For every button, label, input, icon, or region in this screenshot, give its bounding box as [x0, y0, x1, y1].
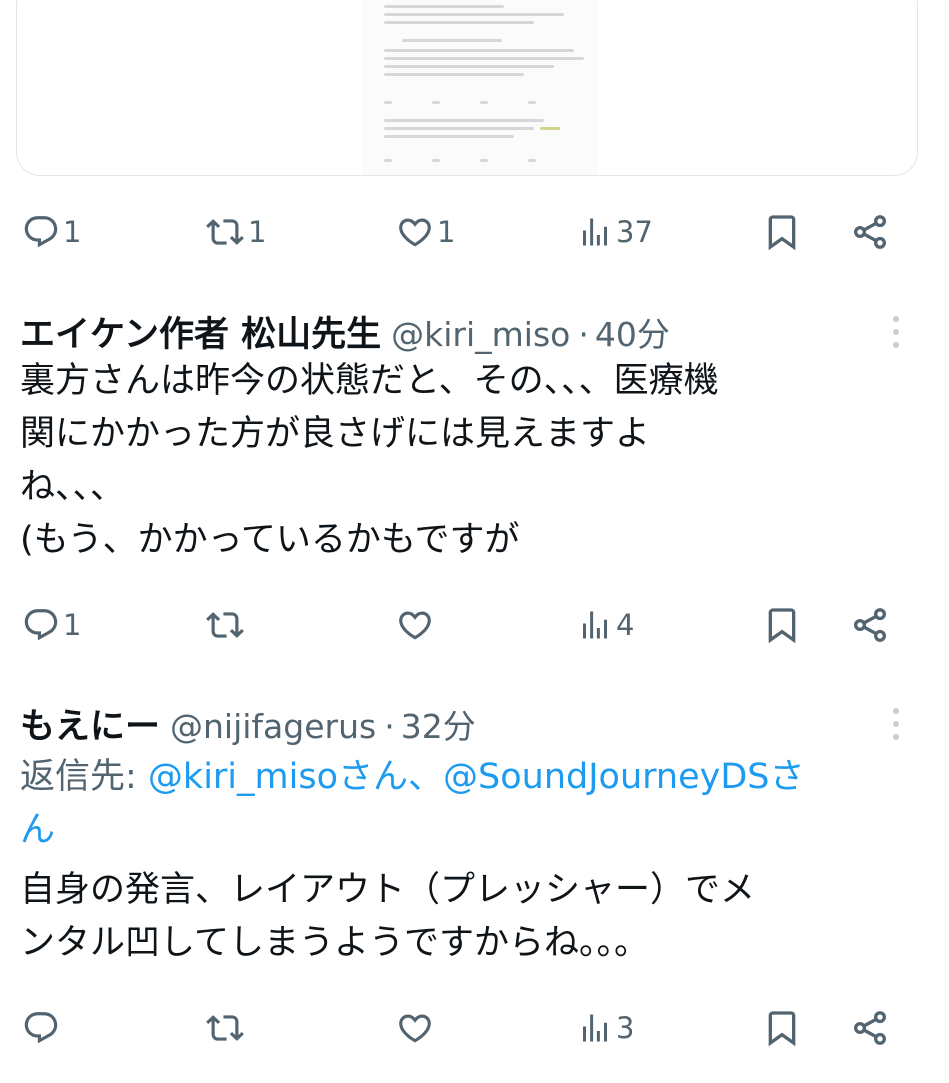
bookmark-icon [762, 1008, 802, 1048]
reply-to-user-link[interactable]: @SoundJourneyDSさ [443, 757, 805, 797]
tweet-text-line: 自身の発言、レイアウト（プレッシャー）でメ [20, 870, 756, 910]
retweet-icon [205, 213, 245, 251]
reply-to-separator: 、 [408, 757, 444, 797]
views-count: 37 [616, 215, 653, 249]
retweet-icon [205, 1009, 245, 1047]
views-count: 4 [616, 608, 635, 642]
meta-separator: · [578, 315, 589, 354]
author-handle[interactable]: @nijifagerus [170, 707, 376, 746]
reply-to-label: 返信先: [20, 757, 148, 797]
author-handle[interactable]: @kiri_miso [391, 315, 570, 354]
bookmark-icon [762, 605, 802, 645]
like-count: 1 [437, 215, 456, 249]
share-button[interactable] [850, 1003, 890, 1053]
tweet-text-line: 裏方さんは昨今の状態だと、その、、、医療機 [20, 361, 719, 401]
heart-icon [396, 1009, 434, 1047]
views-button[interactable]: 37 [577, 207, 653, 257]
views-icon [577, 1010, 613, 1046]
more-icon[interactable] [882, 312, 910, 352]
tweet-actions: 1 4 [0, 600, 949, 650]
author-name[interactable]: エイケン作者 松山先生 [20, 306, 381, 357]
like-button[interactable]: 1 [396, 207, 455, 257]
reply-icon [22, 213, 60, 251]
share-icon [850, 605, 890, 645]
views-button[interactable]: 3 [577, 1003, 634, 1053]
retweet-icon [205, 606, 245, 644]
share-icon [850, 212, 890, 252]
tweet-actions: 3 [0, 1003, 949, 1053]
bookmark-icon [762, 212, 802, 252]
heart-icon [396, 213, 434, 251]
timeline: 1 1 1 37 エイケン作者 松山先生 @kiri_miso · 40分 裏方… [0, 0, 949, 1083]
retweet-button[interactable] [205, 1003, 245, 1053]
more-icon[interactable] [882, 704, 910, 744]
reply-count: 1 [63, 608, 82, 642]
retweet-button[interactable]: 1 [205, 207, 266, 257]
tweet-text-line: (もう、かかっているかもですが [20, 520, 520, 560]
reply-count: 1 [63, 215, 82, 249]
share-button[interactable] [850, 207, 890, 257]
reply-button[interactable]: 1 [22, 207, 81, 257]
tweet-text-line: ね、、、 [20, 467, 126, 507]
reply-to-user-link[interactable]: @kiri_misoさん [148, 757, 408, 797]
views-icon [577, 214, 613, 250]
like-button[interactable] [396, 1003, 434, 1053]
views-icon [577, 607, 613, 643]
timestamp[interactable]: 40分 [595, 308, 670, 356]
timestamp[interactable]: 32分 [401, 700, 476, 748]
reply-to-user-link-cont[interactable]: ん [20, 810, 55, 850]
tweet-header: エイケン作者 松山先生 @kiri_miso · 40分 [20, 306, 670, 357]
views-count: 3 [616, 1011, 635, 1045]
author-name[interactable]: もえにー [20, 698, 160, 749]
meta-separator: · [384, 707, 395, 746]
tweet-text: 裏方さんは昨今の状態だと、その、、、医療機 関にかかった方が良さげには見えますよ… [20, 355, 719, 567]
views-button[interactable]: 4 [577, 600, 634, 650]
tweet-text-line: 関にかかった方が良さげには見えますよ [20, 414, 651, 454]
heart-icon [396, 606, 434, 644]
bookmark-button[interactable] [762, 1003, 802, 1053]
reply-button[interactable] [22, 1003, 60, 1053]
tweet-text-line: ンタル凹してしまうようですからね。。。 [20, 923, 649, 963]
bookmark-button[interactable] [762, 600, 802, 650]
media-thumbnail[interactable] [362, 0, 598, 175]
bookmark-button[interactable] [762, 207, 802, 257]
like-button[interactable] [396, 600, 434, 650]
media-card[interactable] [16, 0, 918, 176]
retweet-count: 1 [248, 215, 267, 249]
retweet-button[interactable] [205, 600, 245, 650]
reply-icon [22, 1009, 60, 1047]
tweet-header: もえにー @nijifagerus · 32分 [20, 698, 476, 749]
reply-to: 返信先: @kiri_misoさん、@SoundJourneyDSさ ん [20, 751, 805, 857]
reply-button[interactable]: 1 [22, 600, 81, 650]
tweet-text: 自身の発言、レイアウト（プレッシャー）でメ ンタル凹してしまうようですからね。。… [20, 864, 755, 970]
share-icon [850, 1008, 890, 1048]
reply-icon [22, 606, 60, 644]
tweet-actions: 1 1 1 37 [0, 207, 949, 257]
share-button[interactable] [850, 600, 890, 650]
